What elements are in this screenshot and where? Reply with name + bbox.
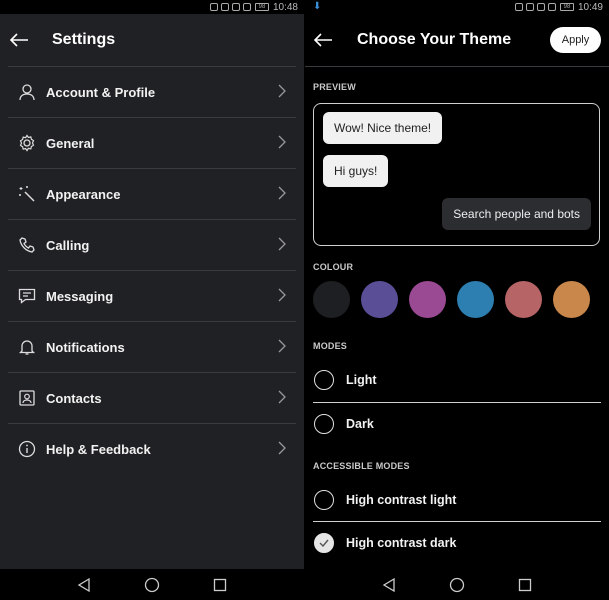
settings-item-label: Contacts (46, 390, 102, 406)
mode-label: Light (346, 373, 377, 387)
settings-header: Settings (0, 14, 304, 66)
radio-unchecked-icon[interactable] (314, 414, 334, 434)
colour-swatches (313, 281, 590, 318)
status-icons (514, 3, 556, 11)
settings-item-appearance[interactable]: Appearance (8, 168, 296, 219)
settings-item-general[interactable]: General (8, 117, 296, 168)
chat-icon (8, 287, 46, 305)
phone-icon (8, 236, 46, 254)
triangle-back-icon (382, 577, 395, 592)
nav-back-button[interactable] (377, 573, 401, 597)
header-divider (305, 66, 609, 67)
theme-header: Choose Your Theme Apply (305, 14, 609, 66)
chevron-right-icon (278, 288, 286, 302)
mode-label: Dark (346, 417, 374, 431)
radio-checked-icon[interactable] (314, 533, 334, 553)
preview-message-incoming: Hi guys! (323, 155, 389, 187)
triangle-back-icon (77, 577, 90, 592)
download-icon: ⬇ (313, 1, 322, 12)
battery-icon: 98 (559, 3, 574, 11)
chevron-right-icon (278, 84, 286, 98)
info-icon (8, 440, 46, 458)
settings-item-label: Calling (46, 237, 90, 253)
colour-swatch-blue[interactable] (457, 281, 494, 318)
apply-button[interactable]: Apply (550, 27, 601, 53)
nav-back-button[interactable] (72, 573, 96, 597)
chevron-right-icon (278, 135, 286, 149)
colour-swatch-rose[interactable] (505, 281, 542, 318)
settings-list: Account & Profile General Appearance Cal… (8, 66, 296, 474)
circle-home-icon (449, 577, 465, 592)
settings-item-label: General (46, 135, 95, 151)
arrow-left-icon (313, 33, 332, 47)
page-title: Settings (52, 31, 116, 48)
accessible-modes-section-label: ACCESSIBLE MODES (313, 461, 410, 471)
mode-option-high-contrast-dark[interactable]: High contrast dark (313, 522, 601, 564)
mode-option-high-contrast-light[interactable]: High contrast light (313, 479, 601, 521)
nav-home-button[interactable] (445, 573, 469, 597)
chevron-right-icon (278, 237, 286, 251)
theme-screen: ⬇ 98 10:49 Choose Your Theme Apply PREVI… (305, 0, 609, 600)
nav-recents-button[interactable] (208, 573, 232, 597)
mode-label: High contrast dark (346, 536, 457, 550)
battery-icon: 98 (254, 3, 269, 11)
square-recents-icon (518, 578, 532, 591)
contact-card-icon (8, 389, 46, 407)
chevron-right-icon (278, 339, 286, 353)
circle-home-icon (144, 577, 160, 592)
modes-section-label: MODES (313, 341, 348, 351)
android-nav-bar (305, 569, 609, 600)
status-time: 10:48 (272, 1, 298, 13)
mode-option-dark[interactable]: Dark (313, 403, 601, 445)
settings-item-notifications[interactable]: Notifications (8, 321, 296, 372)
arrow-left-icon (9, 33, 28, 47)
magic-wand-icon (8, 185, 46, 203)
settings-item-label: Appearance (46, 186, 121, 202)
preview-message-incoming: Wow! Nice theme! (323, 112, 443, 144)
status-bar: ⬇ 98 10:49 (305, 0, 609, 14)
settings-item-label: Help & Feedback (46, 441, 151, 457)
chevron-right-icon (278, 441, 286, 455)
settings-item-help[interactable]: Help & Feedback (8, 423, 296, 474)
colour-section-label: COLOUR (313, 262, 354, 272)
settings-item-account[interactable]: Account & Profile (8, 66, 296, 117)
settings-item-messaging[interactable]: Messaging (8, 270, 296, 321)
android-nav-bar (0, 569, 304, 600)
settings-item-contacts[interactable]: Contacts (8, 372, 296, 423)
colour-swatch-indigo[interactable] (361, 281, 398, 318)
theme-preview: Wow! Nice theme! Hi guys! Search people … (313, 103, 600, 246)
gear-icon (8, 134, 46, 152)
nav-home-button[interactable] (140, 573, 164, 597)
nav-recents-button[interactable] (513, 573, 537, 597)
mode-label: High contrast light (346, 493, 457, 507)
colour-swatch-orange[interactable] (553, 281, 590, 318)
back-button[interactable] (305, 20, 341, 60)
settings-item-calling[interactable]: Calling (8, 219, 296, 270)
status-bar: 98 10:48 (0, 0, 304, 14)
settings-screen: 98 10:48 Settings Account & Profile Gene… (0, 0, 304, 600)
colour-swatch-black[interactable] (313, 281, 350, 318)
square-recents-icon (213, 578, 227, 591)
chevron-right-icon (278, 186, 286, 200)
page-title: Choose Your Theme (357, 31, 512, 48)
bell-icon (8, 338, 46, 356)
mode-option-light[interactable]: Light (313, 359, 601, 401)
preview-message-outgoing: Search people and bots (442, 198, 591, 230)
status-time: 10:49 (577, 1, 603, 13)
colour-swatch-purple[interactable] (409, 281, 446, 318)
person-icon (8, 83, 46, 101)
status-icons (209, 3, 251, 11)
chevron-right-icon (278, 390, 286, 404)
settings-item-label: Account & Profile (46, 84, 156, 100)
back-button[interactable] (0, 20, 38, 60)
preview-section-label: PREVIEW (313, 82, 356, 92)
checkmark-icon (319, 539, 329, 547)
settings-item-label: Notifications (46, 339, 125, 355)
radio-unchecked-icon[interactable] (314, 370, 334, 390)
radio-unchecked-icon[interactable] (314, 490, 334, 510)
settings-item-label: Messaging (46, 288, 114, 304)
